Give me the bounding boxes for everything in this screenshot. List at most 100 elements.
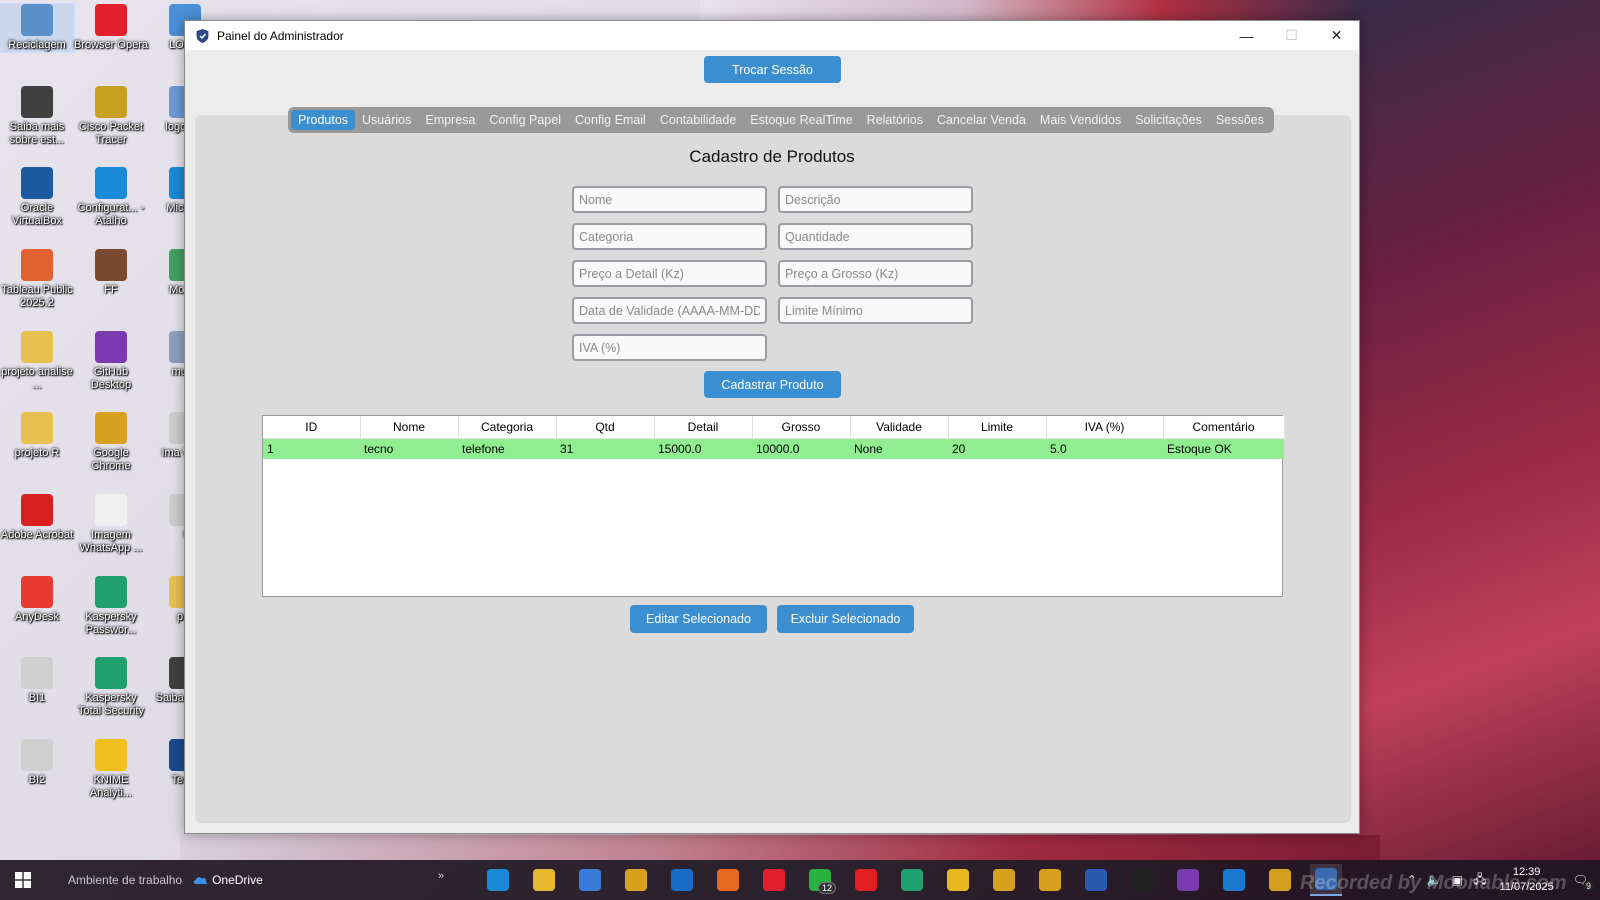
desktop-icon-21[interactable]: AnyDesk	[0, 576, 74, 624]
taskbar-app[interactable]	[528, 864, 560, 896]
categoria-field[interactable]	[572, 223, 767, 250]
products-table[interactable]: ID Nome Categoria Qtd Detail Grosso Validade Li…	[262, 415, 1285, 597]
tab-bar: Produtos Usuários Empresa Config Papel Confi…	[288, 107, 1274, 133]
taskbar-app[interactable]	[620, 864, 652, 896]
notifications-icon[interactable]: 🗨 9	[1573, 873, 1594, 891]
taskbar-app[interactable]	[574, 864, 606, 896]
delete-selected-button[interactable]: Excluir Selecionado	[777, 605, 914, 633]
form-title: Cadastro de Produtos	[689, 147, 855, 166]
tab-config-papel[interactable]: Config Papel	[482, 110, 568, 130]
table-cell: 5.0	[1046, 438, 1163, 459]
validade-field[interactable]	[572, 297, 767, 324]
taskbar-app[interactable]	[666, 864, 698, 896]
firefox-icon	[717, 869, 739, 891]
desktop-icon-19[interactable]: Imagem WhatsApp ...	[74, 494, 148, 555]
edit-selected-button[interactable]: Editar Selecionado	[630, 605, 767, 633]
desktop-icon-label: Cisco Packet Tracer	[78, 121, 144, 146]
desktop-icon-7[interactable]: Configurat... - Atalho	[74, 167, 148, 228]
column-header[interactable]: Categoria	[458, 416, 557, 439]
table-row[interactable]: 1 tecno telefone 31 15000.0 10000.0 None 20 5.0 E…	[263, 438, 1284, 459]
chrome-icon	[993, 869, 1015, 891]
desktop-icon-label: GitHub Desktop	[90, 366, 132, 391]
taskbar-app[interactable]	[758, 864, 790, 896]
desktop-icon-18[interactable]: Adobe Acrobat	[0, 494, 74, 542]
desktop-icon-22[interactable]: Kaspersky Passwor...	[74, 576, 148, 637]
desktop-icon-label: Tableau Public 2025.2	[1, 284, 73, 309]
onedrive-item[interactable]: OneDrive	[192, 873, 263, 887]
tab-cancelar-venda[interactable]: Cancelar Venda	[930, 110, 1033, 130]
desktop-icon-label: Imagem WhatsApp ...	[79, 529, 143, 554]
taskbar-app[interactable]	[1034, 864, 1066, 896]
column-header[interactable]: IVA (%)	[1046, 416, 1164, 439]
start-button[interactable]	[0, 872, 46, 888]
desktop-icon-1[interactable]: Browser Opera	[74, 4, 148, 52]
desktop-icon-16[interactable]: Google Chrome	[74, 412, 148, 473]
taskbar-app[interactable]	[1172, 864, 1204, 896]
window-title: Painel do Administrador	[217, 28, 344, 43]
desktop-icon-25[interactable]: Kaspersky Total Security	[74, 657, 148, 718]
file-explorer-icon	[533, 869, 555, 891]
taskbar-app[interactable]	[1264, 864, 1296, 896]
switch-session-button[interactable]: Trocar Sessão	[704, 56, 841, 83]
column-header[interactable]: Nome	[360, 416, 459, 439]
desktop-icon-4[interactable]: Cisco Packet Tracer	[74, 86, 148, 147]
descricao-field[interactable]	[778, 186, 973, 213]
taskbar-app[interactable]	[850, 864, 882, 896]
desktop-icon-6[interactable]: Oracle VirtualBox	[0, 167, 74, 228]
tab-contabilidade[interactable]: Contabilidade	[653, 110, 743, 130]
workspace-label[interactable]: Ambiente de trabalho	[68, 873, 182, 887]
tab-solicita-es[interactable]: Solicitações	[1128, 110, 1209, 130]
minimize-button[interactable]: —	[1224, 21, 1269, 50]
column-header[interactable]: Grosso	[752, 416, 851, 439]
register-product-button[interactable]: Cadastrar Produto	[704, 371, 841, 398]
limite-field[interactable]	[778, 297, 973, 324]
tab-estoque-realtime[interactable]: Estoque RealTime	[743, 110, 859, 130]
column-header[interactable]: Comentário	[1163, 416, 1285, 439]
maximize-button[interactable]: ☐	[1269, 21, 1314, 50]
taskbar-app[interactable]	[896, 864, 928, 896]
desktop-icon-28[interactable]: KNIME Analyti...	[74, 739, 148, 800]
taskbar-app[interactable]	[1218, 864, 1250, 896]
taskbar-app[interactable]	[988, 864, 1020, 896]
desktop-icon-15[interactable]: projeto R	[0, 412, 74, 460]
preco-grosso-field[interactable]	[778, 260, 973, 287]
title-bar[interactable]: Painel do Administrador — ☐ ✕	[185, 21, 1359, 50]
column-header[interactable]: Limite	[948, 416, 1047, 439]
tab-empresa[interactable]: Empresa	[418, 110, 482, 130]
tab-mais-vendidos[interactable]: Mais Vendidos	[1033, 110, 1128, 130]
desktop-icon-13[interactable]: GitHub Desktop	[74, 331, 148, 392]
column-header[interactable]: Qtd	[556, 416, 655, 439]
taskbar-app[interactable]	[1080, 864, 1112, 896]
word-icon	[1085, 869, 1107, 891]
desktop-icon-0[interactable]: Reciclagem	[0, 3, 75, 53]
tab-relat-rios[interactable]: Relatórios	[860, 110, 930, 130]
taskbar-app[interactable]	[1126, 864, 1158, 896]
taskbar-app[interactable]	[482, 864, 514, 896]
nome-field[interactable]	[572, 186, 767, 213]
table-cell: None	[850, 438, 948, 459]
tab-config-email[interactable]: Config Email	[568, 110, 653, 130]
taskbar-app[interactable]	[942, 864, 974, 896]
desktop-icon-12[interactable]: projeto analise ...	[0, 331, 74, 392]
tab-usu-rios[interactable]: Usuários	[355, 110, 418, 130]
github-icon	[1177, 869, 1199, 891]
quantidade-field[interactable]	[778, 223, 973, 250]
iva-field[interactable]	[572, 334, 767, 361]
desktop-icon-3[interactable]: Saiba mais sobre est...	[0, 86, 74, 147]
column-header[interactable]: ID	[263, 416, 361, 439]
desktop-icon-label: BI1	[28, 692, 46, 704]
column-header[interactable]: Validade	[850, 416, 949, 439]
desktop-icon-10[interactable]: FF	[74, 249, 148, 297]
desktop-icon-24[interactable]: BI1	[0, 657, 74, 705]
close-button[interactable]: ✕	[1314, 21, 1359, 50]
taskbar-app[interactable]	[712, 864, 744, 896]
column-header[interactable]: Detail	[654, 416, 753, 439]
tab-sess-es[interactable]: Sessões	[1209, 110, 1271, 130]
chevron-right-icon[interactable]: »	[438, 870, 444, 882]
desktop-icon-27[interactable]: BI2	[0, 739, 74, 787]
outlook-icon	[671, 869, 693, 891]
taskbar-app[interactable]: 12	[804, 864, 836, 896]
desktop-icon-9[interactable]: Tableau Public 2025.2	[0, 249, 74, 310]
tab-produtos[interactable]: Produtos	[291, 110, 356, 130]
preco-detail-field[interactable]	[572, 260, 767, 287]
